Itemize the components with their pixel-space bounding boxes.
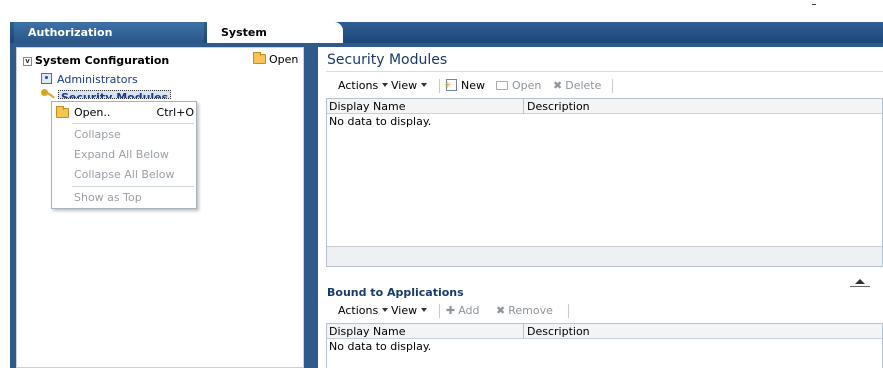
divider xyxy=(326,71,883,72)
column-header-description[interactable]: Description xyxy=(527,324,590,339)
tab-authorization-management[interactable]: Authorization Management xyxy=(14,22,204,60)
chevron-down-icon[interactable]: v xyxy=(23,57,32,66)
add-label: Add xyxy=(458,304,480,317)
empty-message: No data to display. xyxy=(329,340,432,353)
menu-item-open[interactable]: Open.. Ctrl+O xyxy=(52,103,196,122)
bound-applications-toolbar: Actions View ✚ Add ✖ Remove xyxy=(326,300,883,322)
add-button[interactable]: ✚ Add xyxy=(446,300,480,322)
new-icon xyxy=(444,75,457,97)
menu-separator xyxy=(72,186,194,187)
menu-item-collapse-all-below[interactable]: Collapse All Below xyxy=(52,165,196,184)
tree-item-label: Administrators xyxy=(57,73,138,86)
view-menu[interactable]: View xyxy=(391,75,428,97)
tree-open-label: Open xyxy=(269,53,299,66)
section-title: Bound to Applications xyxy=(327,286,464,299)
view-menu[interactable]: View xyxy=(391,300,428,322)
context-menu: Open.. Ctrl+O Collapse Expand All Below … xyxy=(51,101,197,209)
security-modules-table: Display Name Description No data to disp… xyxy=(326,98,883,267)
page-title: Security Modules xyxy=(327,52,448,68)
caret-down-icon xyxy=(382,308,389,312)
table-footer xyxy=(327,246,882,266)
column-header-display-name[interactable]: Display Name xyxy=(329,99,406,114)
delete-icon: ✖ xyxy=(553,79,563,92)
empty-message: No data to display. xyxy=(329,115,432,128)
table-header: Display Name Description xyxy=(327,99,882,114)
view-label: View xyxy=(391,79,418,92)
folder-icon xyxy=(496,81,508,90)
actions-label: Actions xyxy=(338,304,379,317)
bound-applications-table: Display Name Description No data to disp… xyxy=(326,323,883,368)
menu-item-label: Collapse All Below xyxy=(74,168,175,181)
tree-open-button[interactable]: Open xyxy=(253,52,299,66)
caret-down-icon xyxy=(382,83,389,87)
column-divider[interactable] xyxy=(523,99,524,114)
column-divider[interactable] xyxy=(523,324,524,339)
table-header: Display Name Description xyxy=(327,324,882,339)
folder-open-icon xyxy=(56,106,69,118)
menu-item-label: Open.. xyxy=(74,106,111,119)
column-header-display-name[interactable]: Display Name xyxy=(329,324,406,339)
menu-item-expand-all-below[interactable]: Expand All Below xyxy=(52,145,196,164)
menu-item-label: Expand All Below xyxy=(74,148,169,161)
open-button[interactable]: Open xyxy=(496,75,541,97)
remove-button[interactable]: ✖ Remove xyxy=(496,300,553,322)
tree-root-label: System Configuration xyxy=(35,54,170,67)
menu-item-show-as-top[interactable]: Show as Top xyxy=(52,188,196,207)
toolbar-separator xyxy=(568,304,569,318)
administrator-icon xyxy=(41,73,52,84)
tab-system-configuration[interactable]: System Configuration xyxy=(207,22,343,60)
delete-button[interactable]: ✖ Delete xyxy=(553,75,601,97)
add-icon: ✚ xyxy=(446,304,456,317)
actions-menu[interactable]: Actions xyxy=(338,75,389,97)
security-modules-toolbar: Actions View New Open ✖Delete xyxy=(326,75,883,97)
remove-icon: ✖ xyxy=(496,304,506,317)
tree-item-label: Security Modules xyxy=(58,90,172,99)
menu-item-label: Collapse xyxy=(74,128,121,141)
decorative-dot xyxy=(812,4,816,5)
folder-open-icon xyxy=(253,52,266,64)
actions-menu[interactable]: Actions xyxy=(338,300,389,322)
menu-separator xyxy=(72,123,194,124)
remove-label: Remove xyxy=(508,304,553,317)
tab-strip: Authorization Management System Configur… xyxy=(0,0,883,60)
open-label: Open xyxy=(512,79,542,92)
collapse-pane-button[interactable] xyxy=(850,279,870,288)
actions-label: Actions xyxy=(338,79,379,92)
delete-label: Delete xyxy=(565,79,602,92)
caret-down-icon xyxy=(421,83,428,87)
column-header-description[interactable]: Description xyxy=(527,99,590,114)
content-pane: Security Modules Actions View New Open ✖… xyxy=(318,47,883,368)
menu-item-shortcut: Ctrl+O xyxy=(156,106,194,119)
toolbar-separator xyxy=(439,304,440,318)
caret-down-icon xyxy=(421,308,428,312)
menu-item-collapse[interactable]: Collapse xyxy=(52,125,196,144)
menu-item-label: Show as Top xyxy=(74,191,142,204)
tree-root[interactable]: v System Configuration xyxy=(23,54,169,67)
key-icon xyxy=(41,89,55,100)
toolbar-separator xyxy=(439,79,440,93)
tree-item-administrators[interactable]: Administrators xyxy=(41,73,138,86)
toolbar-separator xyxy=(612,79,613,93)
new-button[interactable]: New xyxy=(444,75,485,97)
new-label: New xyxy=(461,79,485,92)
view-label: View xyxy=(391,304,418,317)
